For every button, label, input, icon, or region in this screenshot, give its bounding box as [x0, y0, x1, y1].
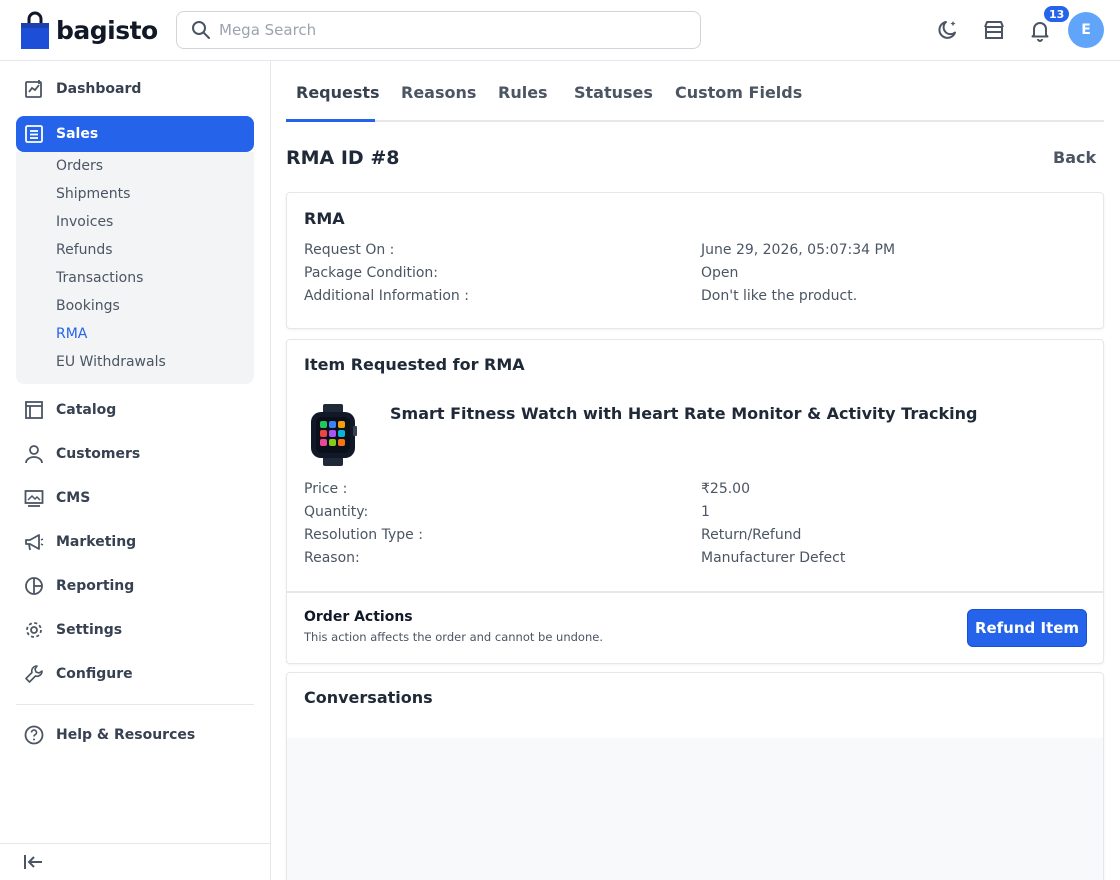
tab-rules[interactable]: Rules: [498, 83, 548, 102]
tab-requests[interactable]: Requests: [296, 83, 380, 102]
package-condition-value: Open: [701, 265, 739, 281]
sales-icon: [25, 125, 43, 143]
top-header: bagisto Mega Search 13 E: [0, 0, 1120, 61]
sidebar-item-help[interactable]: Help & Resources: [16, 717, 254, 753]
customers-icon: [25, 445, 43, 464]
sidebar-item-marketing[interactable]: Marketing: [16, 524, 254, 560]
logo[interactable]: bagisto: [20, 10, 158, 50]
order-actions-title: Order Actions: [304, 609, 413, 625]
request-on-label: Request On :: [304, 242, 395, 258]
conversation-thread: [287, 738, 1103, 880]
submenu-bookings[interactable]: Bookings: [56, 296, 120, 316]
request-on-value: June 29, 2026, 05:07:34 PM: [701, 242, 896, 258]
product-image: [311, 404, 357, 466]
reason-label: Reason:: [304, 550, 360, 566]
submenu-invoices[interactable]: Invoices: [56, 212, 113, 232]
quantity-label: Quantity:: [304, 504, 369, 520]
search-placeholder: Mega Search: [219, 21, 317, 39]
tab-statuses[interactable]: Statuses: [574, 83, 653, 102]
catalog-icon: [25, 401, 43, 419]
submenu-eu-withdrawals[interactable]: EU Withdrawals: [56, 352, 166, 372]
product-name[interactable]: Smart Fitness Watch with Heart Rate Moni…: [390, 404, 977, 423]
sidebar-item-label: Dashboard: [56, 81, 142, 97]
sidebar-item-reporting[interactable]: Reporting: [16, 568, 254, 604]
quantity-value: 1: [701, 504, 710, 520]
card-title: Conversations: [304, 688, 433, 707]
sidebar-item-sales[interactable]: Sales: [16, 116, 254, 152]
wrench-icon: [25, 665, 43, 683]
megaphone-icon: [25, 534, 44, 551]
refund-item-button[interactable]: Refund Item: [967, 609, 1087, 647]
sidebar-item-settings[interactable]: Settings: [16, 612, 254, 648]
back-button[interactable]: Back: [1053, 148, 1096, 167]
submenu-shipments[interactable]: Shipments: [56, 184, 130, 204]
sidebar-item-label: Configure: [56, 666, 133, 682]
conversations-card: Conversations: [286, 672, 1104, 880]
sidebar-item-label: Sales: [56, 126, 99, 142]
card-title: RMA: [304, 209, 345, 228]
sidebar-item-label: Settings: [56, 622, 123, 638]
submenu-refunds[interactable]: Refunds: [56, 240, 113, 260]
price-label: Price :: [304, 481, 348, 497]
search-icon: [192, 21, 210, 39]
sidebar-item-label: Catalog: [56, 402, 117, 418]
sidebar-bottom-divider: [0, 843, 270, 844]
resolution-type-label: Resolution Type :: [304, 527, 423, 543]
sidebar-item-catalog[interactable]: Catalog: [16, 392, 254, 428]
sidebar-item-configure[interactable]: Configure: [16, 656, 254, 692]
cms-icon: [24, 490, 44, 507]
price-value: ₹25.00: [701, 481, 750, 497]
sidebar-item-label: Help & Resources: [56, 727, 196, 743]
active-tab-indicator: [286, 119, 375, 122]
sidebar-divider: [16, 704, 254, 705]
sidebar: Dashboard Sales Orders Shipments Invoice…: [0, 61, 271, 880]
actions-divider: [287, 591, 1103, 593]
sidebar-item-label: CMS: [56, 490, 91, 506]
help-icon: [24, 725, 44, 745]
tab-custom-fields[interactable]: Custom Fields: [675, 83, 802, 102]
package-condition-label: Package Condition:: [304, 265, 439, 281]
submenu-orders[interactable]: Orders: [56, 156, 103, 176]
item-requested-card: Item Requested for RMA Smart Fitness Wat…: [286, 339, 1104, 664]
submenu-rma[interactable]: RMA: [56, 324, 87, 344]
pie-chart-icon: [25, 577, 43, 595]
additional-info-label: Additional Information :: [304, 288, 469, 304]
sidebar-item-label: Marketing: [56, 534, 137, 550]
sidebar-item-dashboard[interactable]: Dashboard: [16, 71, 254, 107]
dashboard-icon: [25, 80, 42, 98]
avatar[interactable]: E: [1068, 12, 1104, 48]
sidebar-item-label: Reporting: [56, 578, 135, 594]
sidebar-item-label: Customers: [56, 446, 141, 462]
logo-text: bagisto: [56, 15, 158, 45]
gear-icon: [26, 622, 42, 638]
collapse-sidebar-icon[interactable]: [22, 852, 44, 872]
storefront-icon[interactable]: [982, 18, 1006, 42]
resolution-type-value: Return/Refund: [701, 527, 802, 543]
tab-reasons[interactable]: Reasons: [401, 83, 476, 102]
page-title: RMA ID #8: [286, 147, 400, 169]
card-title: Item Requested for RMA: [304, 355, 525, 374]
order-actions-note: This action affects the order and cannot…: [304, 630, 603, 644]
rma-details-card: RMA Request On : June 29, 2026, 05:07:34…: [286, 192, 1104, 329]
rma-tabs: Requests Reasons Rules Statuses Custom F…: [286, 61, 1104, 122]
sidebar-item-customers[interactable]: Customers: [16, 436, 254, 472]
dark-mode-icon[interactable]: [936, 18, 960, 42]
search-input[interactable]: Mega Search: [176, 11, 701, 49]
submenu-transactions[interactable]: Transactions: [56, 268, 143, 288]
notification-badge: 13: [1042, 4, 1072, 24]
sidebar-item-cms[interactable]: CMS: [16, 480, 254, 516]
reason-value: Manufacturer Defect: [701, 550, 846, 566]
additional-info-value: Don't like the product.: [701, 288, 858, 304]
shopping-bag-icon: [21, 11, 49, 49]
